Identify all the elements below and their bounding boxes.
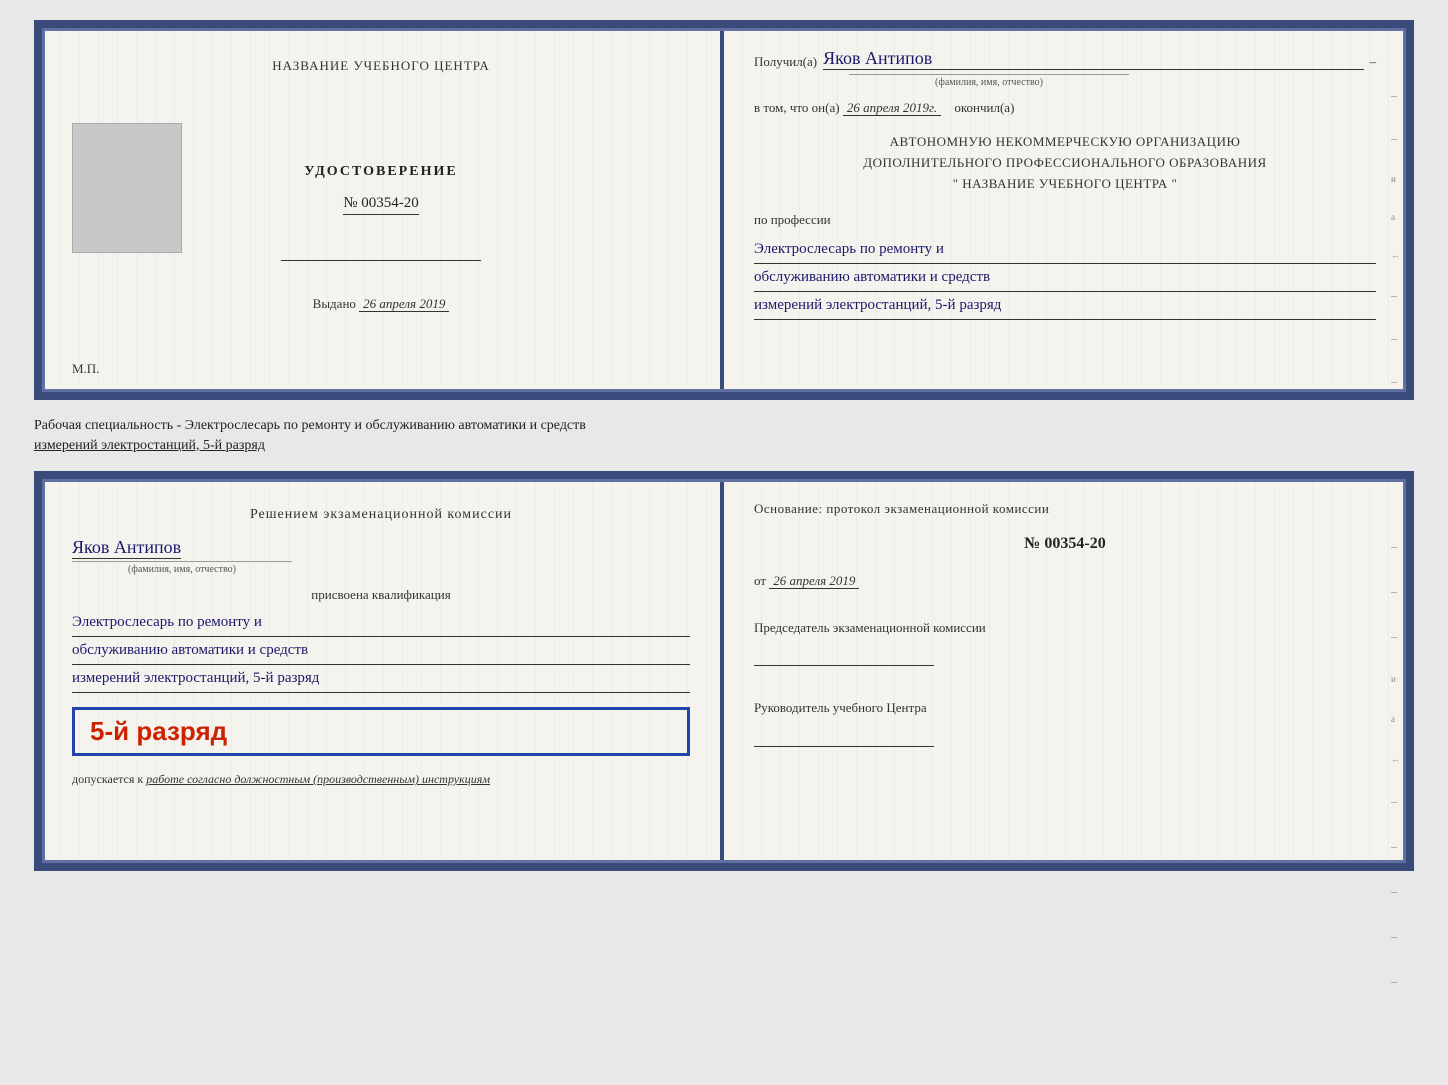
from-date-label: от (754, 573, 766, 588)
date-label: в том, что он(а) (754, 100, 840, 115)
fio-caption-bottom: (фамилия, имя, отчество) (72, 561, 292, 575)
profession-line3: измерений электростанций, 5-й разряд (754, 292, 1376, 320)
assigned-label: присвоена квалификация (72, 587, 690, 603)
date-line: в том, что он(а) 26 апреля 2019г. окончи… (754, 100, 1376, 116)
org-line1: АВТОНОМНУЮ НЕКОММЕРЧЕСКУЮ ОРГАНИЗАЦИЮ (754, 132, 1376, 153)
head-label: Руководитель учебного Центра (754, 698, 1376, 719)
sep-line2: измерений электростанций, 5-й разряд (34, 438, 265, 453)
org-line2: ДОПОЛНИТЕЛЬНОГО ПРОФЕССИОНАЛЬНОГО ОБРАЗО… (754, 153, 1376, 174)
chairman-block: Председатель экзаменационной комиссии (754, 618, 1376, 674)
photo-placeholder (72, 123, 182, 253)
org-block: АВТОНОМНУЮ НЕКОММЕРЧЕСКУЮ ОРГАНИЗАЦИЮ ДО… (754, 132, 1376, 194)
profession-line1: Электрослесарь по ремонту и (754, 236, 1376, 264)
recipient-name: Яков Антипов (823, 48, 1363, 70)
admitted-label: допускается к (72, 772, 143, 786)
left-page: НАЗВАНИЕ УЧЕБНОГО ЦЕНТРА УДОСТОВЕРЕНИЕ №… (42, 28, 724, 392)
side-decoration: – – и а ← – – – (1391, 88, 1400, 389)
from-date: от 26 апреля 2019 (754, 573, 1376, 589)
center-title: НАЗВАНИЕ УЧЕБНОГО ЦЕНТРА (272, 58, 489, 74)
separator-text: Рабочая специальность - Электрослесарь п… (34, 408, 1414, 463)
qual-line3: измерений электростанций, 5-й разряд (72, 665, 690, 693)
sep-line1: Рабочая специальность - Электрослесарь п… (34, 418, 586, 433)
profession-label: по профессии (754, 212, 1376, 228)
protocol-number: № 00354-20 (754, 535, 1376, 553)
person-name-block: Яков Антипов (фамилия, имя, отчество) (72, 537, 690, 575)
received-label: Получил(а) (754, 54, 817, 70)
cert-number: № 00354-20 (343, 195, 419, 215)
admitted-text: работе согласно должностным (производств… (146, 772, 490, 786)
chairman-sig-line (754, 646, 934, 666)
admitted-row: допускается к работе согласно должностны… (72, 770, 690, 788)
head-sig-line (754, 727, 934, 747)
mp-label: М.П. (72, 361, 99, 377)
qual-line2: обслуживанию автоматики и средств (72, 637, 690, 665)
org-line3: " НАЗВАНИЕ УЧЕБНОГО ЦЕНТРА " (754, 174, 1376, 195)
profession-line2: обслуживанию автоматики и средств (754, 264, 1376, 292)
right-side-decoration: – – – и а ← – – – – – (1391, 539, 1400, 989)
chairman-label: Председатель экзаменационной комиссии (754, 618, 1376, 639)
bottom-document: Решением экзаменационной комиссии Яков А… (34, 471, 1414, 871)
document-container: НАЗВАНИЕ УЧЕБНОГО ЦЕНТРА УДОСТОВЕРЕНИЕ №… (34, 20, 1414, 871)
issued-date: 26 апреля 2019 (359, 296, 449, 312)
cert-title: УДОСТОВЕРЕНИЕ (304, 164, 457, 180)
head-block: Руководитель учебного Центра (754, 698, 1376, 754)
dash: – (1370, 54, 1377, 70)
fio-caption-top: (фамилия, имя, отчество) (849, 74, 1129, 88)
date-value-top: 26 апреля 2019г. (843, 100, 941, 116)
bottom-right-page: Основание: протокол экзаменационной коми… (724, 479, 1406, 863)
qual-line1: Электрослесарь по ремонту и (72, 609, 690, 637)
cert-date-row: Выдано 26 апреля 2019 (313, 296, 450, 312)
rank-badge: 5-й разряд (72, 707, 690, 756)
finished-label: окончил(а) (954, 100, 1014, 115)
qual-text: Электрослесарь по ремонту и обслуживанию… (72, 609, 690, 693)
recipient-block: Получил(а) Яков Антипов – (фамилия, имя,… (754, 48, 1376, 88)
profession-text: Электрослесарь по ремонту и обслуживанию… (754, 236, 1376, 320)
osnov-label: Основание: протокол экзаменационной коми… (754, 499, 1376, 519)
commission-title: Решением экзаменационной комиссии (72, 504, 690, 525)
right-page: Получил(а) Яков Антипов – (фамилия, имя,… (724, 28, 1406, 392)
top-document: НАЗВАНИЕ УЧЕБНОГО ЦЕНТРА УДОСТОВЕРЕНИЕ №… (34, 20, 1414, 400)
bottom-left-page: Решением экзаменационной комиссии Яков А… (42, 479, 724, 863)
issued-label: Выдано (313, 296, 356, 311)
person-name-handwritten: Яков Антипов (72, 537, 181, 559)
from-date-value: 26 апреля 2019 (769, 573, 859, 589)
recipient-row: Получил(а) Яков Антипов – (754, 48, 1376, 70)
